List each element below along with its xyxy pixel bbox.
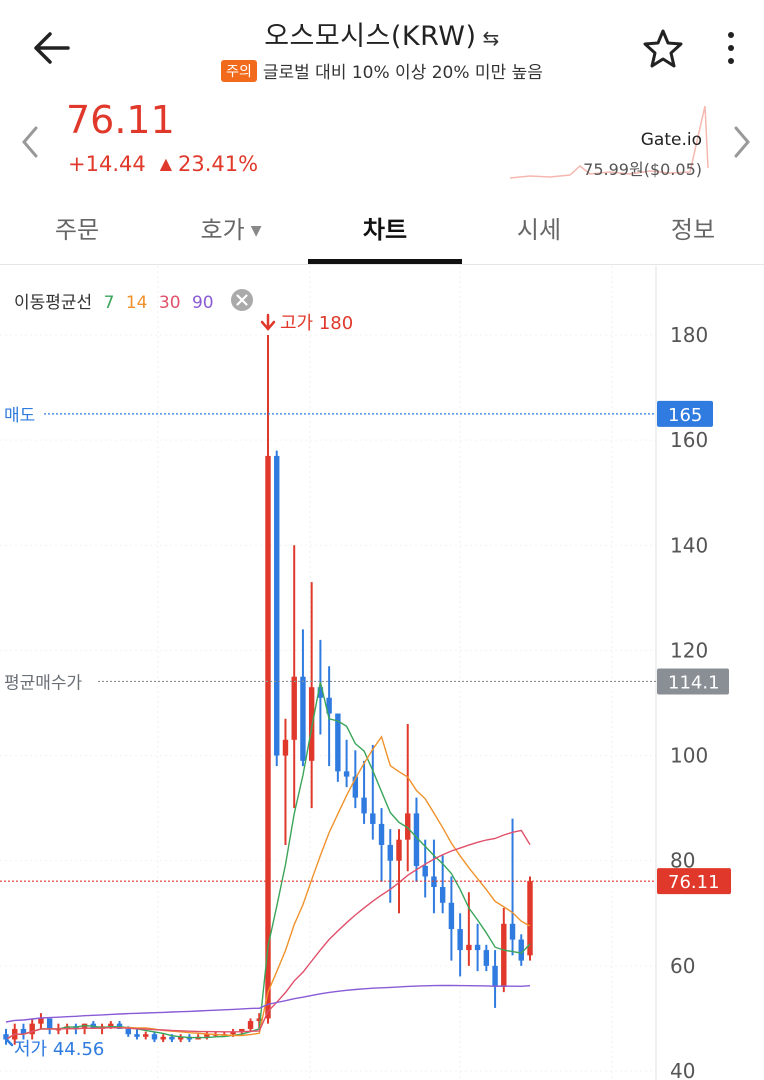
more-menu-icon[interactable] [716,26,746,70]
price-change: +14.44 ▲ 23.41% [68,152,258,176]
candle-body [396,839,402,861]
candle-body [265,455,271,1019]
candle-body [143,1034,149,1037]
y-tick-label: 120 [670,638,708,662]
coin-title-text: 오스모시스(KRW) [264,21,477,52]
change-pct: 23.41% [178,152,259,176]
swap-icon[interactable]: ⇆ [483,26,500,50]
back-arrow-icon[interactable] [28,26,76,70]
candle-body [291,676,297,740]
y-tick-label: 180 [670,323,708,347]
title-block: 오스모시스(KRW) ⇆ 주의 글로벌 대비 10% 이상 20% 미만 높음 [120,14,644,83]
candle-body [300,676,306,761]
current-price-value: 76.11 [668,872,720,893]
tab-market[interactable]: 시세 [462,210,616,245]
y-tick-label: 160 [670,428,708,452]
exchange-name: Gate.io [640,130,702,150]
tab-orderbook[interactable]: 호가 ▼ [154,210,308,245]
candle-body [483,950,490,966]
candle-body [370,813,376,824]
tab-orderbook-label: 호가 [200,216,245,244]
avg-buy-label: 평균매수가 [4,673,83,693]
candle-body [457,929,463,951]
candle-body [387,844,393,861]
candle-body [169,1036,175,1040]
warning-text: 글로벌 대비 10% 이상 20% 미만 높음 [262,63,543,83]
candle-body [125,1028,131,1035]
candle-body [38,1018,44,1024]
current-price: 76.11 [66,98,175,142]
candlestick-chart[interactable]: 180160140120100806040매도 165평균매수가 114.176.1… [0,266,764,1080]
candle-body [108,1023,114,1027]
sell-value: 165 [668,405,702,426]
coin-title[interactable]: 오스모시스(KRW) ⇆ [120,14,644,53]
chevron-left-icon[interactable] [16,122,46,162]
candle-body [501,923,507,987]
candle-body [274,455,280,756]
exchange-price: 75.99원($0.05) [583,160,702,179]
chevron-right-icon[interactable] [726,122,756,162]
change-abs: +14.44 [68,152,146,176]
candle-body [474,944,481,951]
candle-body [509,923,516,940]
candle-body [361,797,367,814]
up-triangle-icon: ▲ [159,154,173,173]
candle-body [422,865,428,877]
candle-body [492,965,498,987]
high-arrow-icon [260,313,276,331]
y-tick-label: 140 [670,533,708,557]
candle-body [518,939,524,961]
caret-down-icon: ▼ [250,223,262,239]
candle-body [439,887,446,903]
tab-bar: 주문 호가 ▼ 차트 시세 정보 [0,196,764,265]
y-tick-label: 60 [670,954,695,978]
active-tab-indicator [308,259,462,264]
candle-body [282,739,289,756]
candle-body [46,1018,53,1029]
candle-body [378,823,385,845]
tab-chart[interactable]: 차트 [308,210,462,245]
top-header: 오스모시스(KRW) ⇆ 주의 글로벌 대비 10% 이상 20% 미만 높음 [0,0,764,90]
warning-badge: 주의 [221,60,257,82]
candle-body [448,902,455,930]
candle-body [160,1036,166,1040]
candle-body [256,1018,262,1022]
y-tick-label: 100 [670,744,708,768]
tab-info[interactable]: 정보 [616,210,764,245]
candle-body [343,771,350,777]
price-summary: 76.11 +14.44 ▲ 23.41% Gate.io 75.99원($0.05… [0,92,764,192]
tab-order[interactable]: 주문 [0,210,154,245]
star-icon[interactable] [640,26,686,70]
low-label: 저가 44.56 [14,1039,104,1060]
y-tick-label: 40 [670,1059,695,1080]
candle-body [247,1021,254,1029]
candle-body [151,1034,158,1040]
candle-body [134,1034,140,1037]
avg-buy-value: 114.1 [668,672,720,693]
sell-label: 매도 [4,406,35,426]
high-label: 고가 180 [280,313,353,334]
candle-body [308,687,315,761]
warning-line: 주의 글로벌 대비 10% 이상 20% 미만 높음 [120,58,644,83]
candle-body [466,944,472,951]
